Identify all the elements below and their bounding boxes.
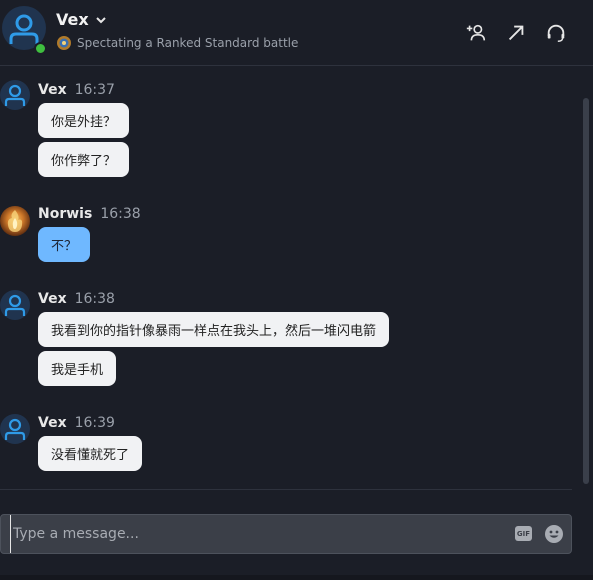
sender-name: Vex bbox=[38, 415, 67, 431]
sender-name: Norwis bbox=[38, 206, 93, 222]
message-list[interactable]: Vex 16:37 你是外挂？ 你作弊了？ Norwis 16:38 不？ Ve… bbox=[0, 66, 580, 490]
message-bubble[interactable]: 你是外挂？ bbox=[38, 103, 130, 138]
avatar[interactable] bbox=[0, 80, 30, 110]
user-icon bbox=[4, 294, 26, 316]
add-friend-button[interactable] bbox=[463, 20, 489, 46]
message-time: 16:38 bbox=[100, 206, 141, 222]
message-sender: Vex 16:39 bbox=[38, 415, 115, 431]
message-sender: Vex 16:38 bbox=[38, 291, 115, 307]
chat-header: Vex Spectating a Ranked Standard battle bbox=[0, 0, 593, 66]
online-status-indicator bbox=[34, 42, 47, 55]
hearthstone-icon bbox=[57, 36, 71, 50]
message-time: 16:37 bbox=[74, 82, 115, 98]
activity-status-text: Spectating a Ranked Standard battle bbox=[77, 36, 299, 50]
message-sender: Norwis 16:38 bbox=[38, 206, 141, 222]
voice-chat-button[interactable] bbox=[543, 20, 569, 46]
message-composer: GIF bbox=[0, 514, 572, 554]
sender-name: Vex bbox=[38, 82, 67, 98]
contact-name[interactable]: Vex bbox=[56, 10, 107, 29]
message-bubble[interactable]: 我看到你的指针像暴雨一样点在我头上，然后一堆闪电箭 bbox=[38, 312, 390, 347]
message-bubble[interactable]: 你作弊了？ bbox=[38, 142, 130, 177]
contact-name-label: Vex bbox=[56, 10, 89, 29]
fire-portrait-icon bbox=[7, 210, 23, 232]
own-message-bubble[interactable]: 不？ bbox=[38, 227, 91, 262]
avatar[interactable] bbox=[0, 290, 30, 320]
message-bubble[interactable]: 我是手机 bbox=[38, 351, 117, 386]
popout-icon bbox=[508, 25, 524, 41]
message-time: 16:39 bbox=[74, 415, 115, 431]
popout-button[interactable] bbox=[503, 20, 529, 46]
sender-name: Vex bbox=[38, 291, 67, 307]
gif-button[interactable]: GIF bbox=[515, 526, 532, 541]
message-sender: Vex 16:37 bbox=[38, 82, 115, 98]
window-bottom-edge bbox=[0, 575, 593, 580]
add-friend-icon bbox=[466, 24, 486, 41]
composer-divider bbox=[0, 489, 572, 490]
chevron-down-icon[interactable] bbox=[95, 14, 107, 26]
emoji-icon[interactable] bbox=[544, 524, 564, 544]
gif-label: GIF bbox=[516, 529, 531, 538]
message-time: 16:38 bbox=[74, 291, 115, 307]
avatar[interactable] bbox=[0, 414, 30, 444]
user-icon bbox=[4, 84, 26, 106]
avatar[interactable] bbox=[0, 206, 30, 236]
message-input[interactable] bbox=[10, 515, 500, 553]
activity-status: Spectating a Ranked Standard battle bbox=[56, 35, 298, 51]
headset-icon bbox=[547, 24, 565, 42]
scrollbar[interactable] bbox=[583, 98, 589, 484]
user-icon bbox=[4, 418, 26, 440]
message-bubble[interactable]: 没看懂就死了 bbox=[38, 436, 143, 471]
